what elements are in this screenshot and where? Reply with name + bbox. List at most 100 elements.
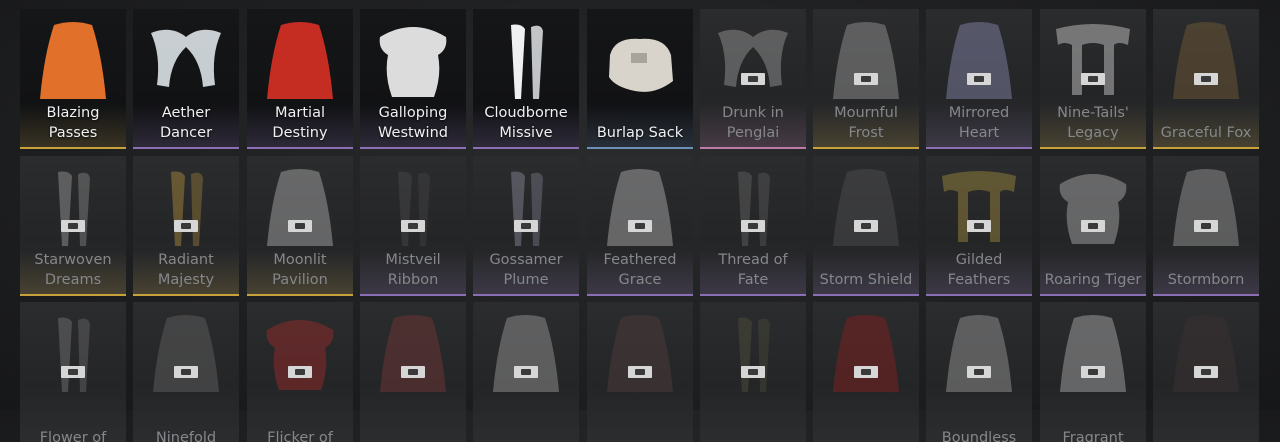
cape-card[interactable]: Galloping Westwind — [360, 9, 466, 149]
cape-card[interactable] — [1153, 302, 1259, 442]
flower-staff-icon — [28, 308, 118, 402]
veil-icon — [821, 15, 911, 109]
cape-card[interactable]: Flicker of — [247, 302, 353, 442]
cape-card[interactable]: Flower of — [20, 302, 126, 442]
fur-mantle-icon — [1048, 162, 1138, 256]
rarity-bar — [700, 147, 806, 149]
rarity-bar — [1153, 147, 1259, 149]
cape-card[interactable] — [360, 302, 466, 442]
ragged-cape-icon — [934, 308, 1024, 402]
cape-card[interactable]: Mirrored Heart — [926, 9, 1032, 149]
rarity-bar — [1153, 294, 1259, 296]
cape-card[interactable]: Storm Shield — [813, 156, 919, 296]
white-banner-icon — [1048, 308, 1138, 402]
cape-card[interactable] — [473, 302, 579, 442]
lock-icon — [401, 220, 425, 232]
rarity-bar — [247, 147, 353, 149]
cape-card[interactable]: Blazing Passes — [20, 9, 126, 149]
slim-figure-icon — [595, 308, 685, 402]
cape-name: Mirrored Heart — [948, 105, 1010, 141]
cape-card[interactable]: Gossamer Plume — [473, 156, 579, 296]
cape-red-icon — [255, 15, 345, 109]
rarity-bar — [473, 294, 579, 296]
lock-icon — [967, 73, 991, 85]
cape-name: Burlap Sack — [596, 125, 684, 141]
rarity-bar — [133, 147, 239, 149]
cape-name: Stormborn — [1167, 272, 1245, 288]
rarity-bar — [473, 147, 579, 149]
dark-ribbon-icon — [368, 162, 458, 256]
lock-icon — [741, 73, 765, 85]
lock-icon — [514, 220, 538, 232]
cape-name: Martial Destiny — [272, 105, 328, 141]
cape-card[interactable]: Nine-Tails' Legacy — [1040, 9, 1146, 149]
rarity-bar — [926, 294, 1032, 296]
cape-name: Storm Shield — [819, 272, 913, 288]
rarity-bar — [813, 147, 919, 149]
cape-card[interactable]: Mournful Frost — [813, 9, 919, 149]
rarity-bar — [133, 294, 239, 296]
cape-card[interactable]: Mistveil Ribbon — [360, 156, 466, 296]
rarity-bar — [587, 147, 693, 149]
cape-card[interactable]: Martial Destiny — [247, 9, 353, 149]
cape-name: Starwoven Dreams — [34, 252, 112, 288]
lock-icon — [174, 366, 198, 378]
lock-icon — [1194, 220, 1218, 232]
thread-icon — [708, 162, 798, 256]
lock-icon — [61, 366, 85, 378]
lock-icon — [967, 220, 991, 232]
cape-card[interactable] — [813, 302, 919, 442]
crimson-banner-icon — [821, 308, 911, 402]
cape-card[interactable] — [587, 302, 693, 442]
lock-icon — [1081, 73, 1105, 85]
cape-card[interactable]: Moonlit Pavilion — [247, 156, 353, 296]
draped-cape-icon — [255, 162, 345, 256]
rarity-bar — [20, 147, 126, 149]
dark-cape-icon — [821, 162, 911, 256]
cape-name: Blazing Passes — [46, 105, 100, 141]
lock-icon — [1081, 366, 1105, 378]
cape-card[interactable]: Feathered Grace — [587, 156, 693, 296]
cape-name: Flicker of — [267, 430, 333, 442]
cape-name: Roaring Tiger — [1044, 272, 1142, 288]
cape-card[interactable]: Radiant Majesty — [133, 156, 239, 296]
tail-scarf-icon — [1048, 15, 1138, 109]
cape-card[interactable]: Starwoven Dreams — [20, 156, 126, 296]
plume-icon — [481, 162, 571, 256]
cape-name: Drunk in Penglai — [722, 105, 784, 141]
lock-icon — [288, 220, 312, 232]
cape-name: Thread of Fate — [718, 252, 788, 288]
cape-name: Cloudborne Missive — [484, 105, 568, 141]
cape-name: Gossamer Plume — [489, 252, 563, 288]
cape-card[interactable]: Thread of Fate — [700, 156, 806, 296]
cape-card[interactable]: Cloudborne Missive — [473, 9, 579, 149]
cape-card[interactable]: Gilded Feathers — [926, 156, 1032, 296]
dark-shroud-icon — [1161, 308, 1251, 402]
cape-name: Boundless — [941, 430, 1017, 442]
scroll-ribbon-icon — [481, 15, 571, 109]
rarity-bar — [247, 294, 353, 296]
cape-card[interactable]: Ninefold — [133, 302, 239, 442]
cape-card[interactable]: Roaring Tiger — [1040, 156, 1146, 296]
cape-card[interactable]: Graceful Fox — [1153, 9, 1259, 149]
cape-name: Radiant Majesty — [157, 252, 215, 288]
long-ribbons-icon — [28, 162, 118, 256]
feather-cape-icon — [595, 162, 685, 256]
gilded-scarf-icon — [934, 162, 1024, 256]
cape-card[interactable]: Stormborn — [1153, 156, 1259, 296]
cape-card[interactable] — [700, 302, 806, 442]
rarity-bar — [926, 147, 1032, 149]
cape-name: Gilded Feathers — [947, 252, 1011, 288]
cape-card[interactable]: Aether Dancer — [133, 9, 239, 149]
feather-wings-icon — [708, 15, 798, 109]
sack-icon — [595, 15, 685, 109]
lock-icon — [401, 366, 425, 378]
cape-card[interactable]: Burlap Sack — [587, 9, 693, 149]
shroud-icon — [141, 308, 231, 402]
red-veil-icon — [368, 308, 458, 402]
cape-name: Mournful Frost — [834, 105, 898, 141]
lock-icon — [741, 366, 765, 378]
cape-card[interactable]: Fragrant — [1040, 302, 1146, 442]
cape-card[interactable]: Boundless — [926, 302, 1032, 442]
cape-card[interactable]: Drunk in Penglai — [700, 9, 806, 149]
